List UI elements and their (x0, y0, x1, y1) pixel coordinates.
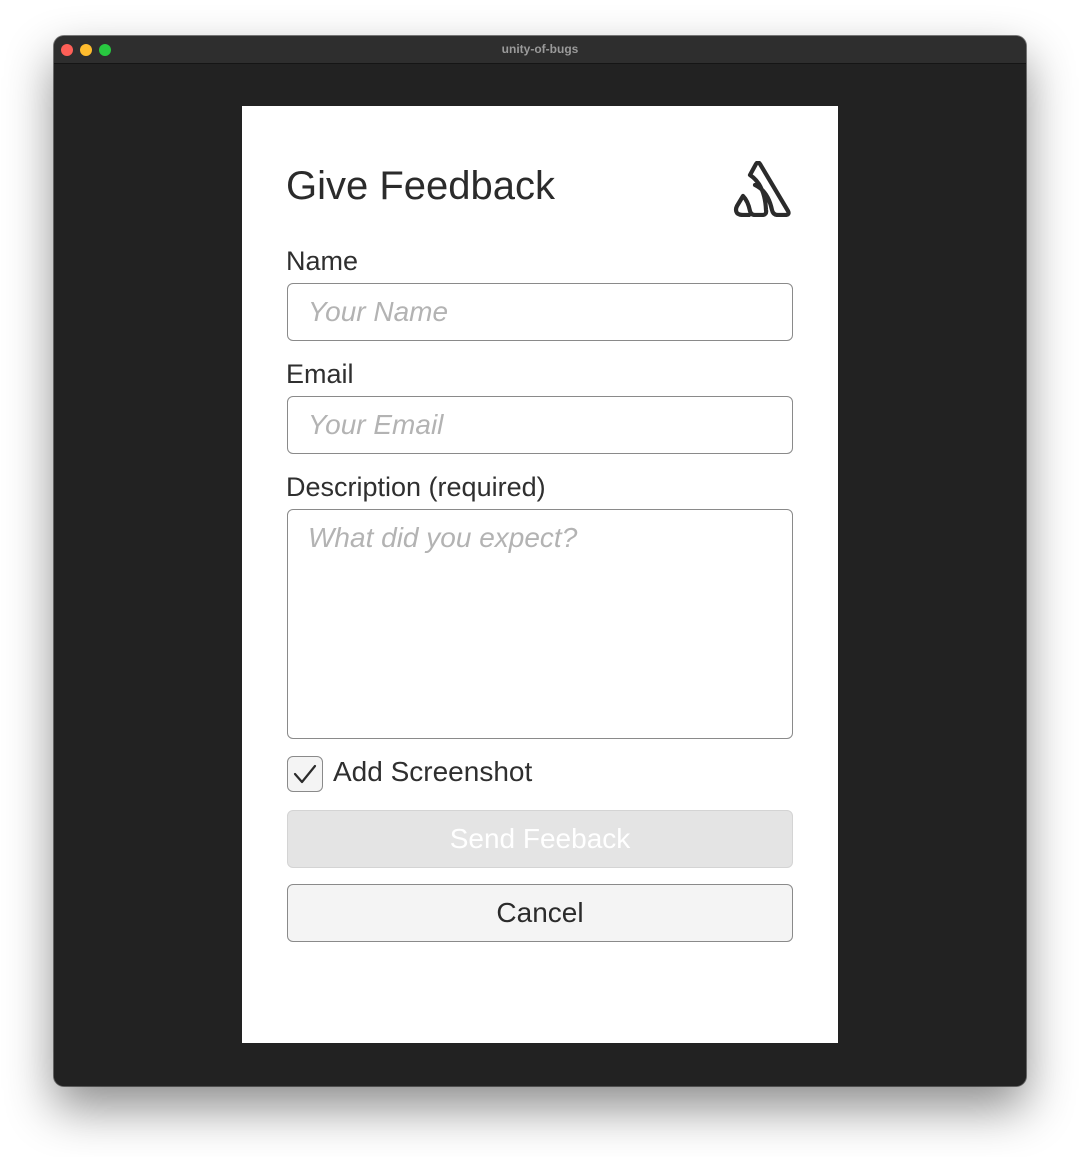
name-label: Name (286, 246, 359, 276)
title-bar: unity-of-bugs (54, 36, 1026, 64)
add-screenshot-label[interactable]: Add Screenshot (333, 756, 532, 788)
email-input[interactable] (287, 396, 793, 454)
email-label: Email (286, 359, 354, 389)
window-title: unity-of-bugs (501, 42, 579, 56)
description-textarea[interactable] (287, 509, 793, 739)
app-window: unity-of-bugs Give Feedback Name Email D… (54, 36, 1026, 1086)
feedback-form-panel: Give Feedback Name Email Description (re… (242, 106, 838, 1043)
checkmark-icon (293, 764, 317, 784)
window-content: Give Feedback Name Email Description (re… (54, 64, 1026, 1086)
sentry-logo-icon (733, 161, 791, 217)
cancel-button[interactable]: Cancel (287, 884, 793, 942)
send-feedback-button[interactable]: Send Feeback (287, 810, 793, 868)
add-screenshot-checkbox[interactable] (287, 756, 323, 792)
description-label: Description (required) (286, 472, 546, 502)
form-heading: Give Feedback (286, 164, 556, 208)
name-input[interactable] (287, 283, 793, 341)
